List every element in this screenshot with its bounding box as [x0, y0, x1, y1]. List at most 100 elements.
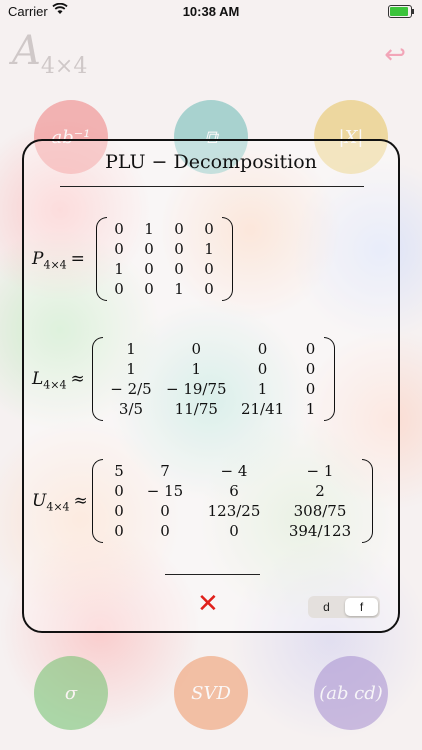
- matrix-cell: 1: [204, 240, 214, 258]
- matrix-cell: 0: [114, 240, 124, 258]
- matrix-cell: 0: [144, 280, 154, 298]
- plu-dialog: PLU − Decomposition P4×4 = 0 1 0 0 0 0 0 1 1 0 0 0 0 0 1…: [22, 139, 400, 633]
- battery-icon: [388, 5, 414, 18]
- matrix-size: 4×4: [43, 378, 67, 392]
- matrix-cell: 2: [315, 482, 325, 500]
- relation-symbol: =: [70, 249, 85, 269]
- matrix-row: 0 0 0 1: [104, 239, 224, 259]
- left-paren: [92, 337, 103, 421]
- matrix-cell: 1: [174, 280, 184, 298]
- matrix-cell: 0: [204, 220, 214, 238]
- undo-arrow-icon[interactable]: ↩: [384, 40, 406, 70]
- matrix-cell: 0: [114, 280, 124, 298]
- matrix-row: − 2/5 − 19/75 1 0: [100, 379, 327, 399]
- matrix-row: 0 1 0 0: [104, 219, 224, 239]
- matrix-cell: 0: [174, 220, 184, 238]
- right-paren: [324, 337, 335, 421]
- right-paren: [222, 217, 233, 301]
- close-x-icon[interactable]: ✕: [197, 589, 219, 619]
- matrix-size: 4×4: [46, 500, 70, 514]
- matrix-cell: 0: [204, 280, 214, 298]
- matrix-cell: − 2/5: [110, 380, 152, 398]
- matrix-cell: 1: [114, 260, 124, 278]
- matrix-cell: 0: [114, 522, 124, 540]
- matrix-add-button-label: (ab cd): [319, 682, 383, 704]
- format-option-f[interactable]: f: [345, 598, 378, 616]
- matrix-l: 1 0 0 0 1 1 0 0 − 2/5 − 19/75 1 0 3/5 11/75 21/41 1: [100, 339, 327, 419]
- matrix-row: 0 − 15 6 2: [100, 481, 364, 501]
- matrix-cell: 0: [174, 260, 184, 278]
- matrix-add-button: (ab cd): [314, 656, 388, 730]
- svd-button-label: SVD: [191, 682, 231, 704]
- matrix-cell: 0: [204, 260, 214, 278]
- matrix-cell: 0: [229, 522, 239, 540]
- matrix-p: 0 1 0 0 0 0 0 1 1 0 0 0 0 0 1 0: [104, 219, 224, 299]
- matrix-cell: 0: [305, 360, 316, 378]
- dialog-title: PLU − Decomposition: [105, 151, 317, 173]
- svd-button: SVD: [174, 656, 248, 730]
- matrix-row: 0 0 123/25 308/75: [100, 501, 364, 521]
- matrix-symbol: P: [32, 249, 44, 269]
- matrix-cell: 0: [144, 260, 154, 278]
- matrix-cell: 0: [160, 502, 170, 520]
- matrix-cell: 0: [191, 340, 202, 358]
- matrix-symbol: A: [12, 28, 41, 74]
- matrix-row: 0 0 1 0: [104, 279, 224, 299]
- matrix-label-p: P4×4 =: [32, 249, 85, 271]
- matrix-row: 0 0 0 394/123: [100, 521, 364, 541]
- matrix-row: 5 7 − 4 − 1: [100, 461, 364, 481]
- matrix-row: 1 0 0 0: [104, 259, 224, 279]
- matrix-label-u: U4×4 ≈: [32, 491, 88, 513]
- matrix-cell: 0: [114, 502, 124, 520]
- matrix-cell: − 4: [220, 462, 248, 480]
- matrix-symbol: L: [32, 369, 44, 389]
- matrix-size: 4×4: [43, 258, 67, 272]
- matrix-row: 1 1 0 0: [100, 359, 327, 379]
- matrix-cell: 11/75: [174, 400, 218, 418]
- format-option-d[interactable]: d: [310, 598, 343, 616]
- status-bar: Carrier 10:38 AM: [0, 0, 422, 22]
- matrix-cell: 0: [114, 482, 124, 500]
- matrix-cell: 1: [257, 380, 268, 398]
- relation-symbol: ≈: [73, 491, 88, 511]
- matrix-cell: 0: [114, 220, 124, 238]
- matrix-cell: 308/75: [293, 502, 347, 520]
- title-divider: [60, 186, 364, 187]
- matrix-cell: 0: [257, 360, 268, 378]
- matrix-cell: 0: [174, 240, 184, 258]
- matrix-cell: 1: [126, 340, 136, 358]
- matrix-cell: 123/25: [207, 502, 261, 520]
- matrix-cell: 1: [126, 360, 136, 378]
- matrix-cell: − 15: [146, 482, 184, 500]
- left-paren: [96, 217, 107, 301]
- matrix-cell: 0: [305, 380, 316, 398]
- matrix-cell: 0: [257, 340, 268, 358]
- matrix-cell: − 1: [306, 462, 334, 480]
- matrix-cell: 1: [191, 360, 202, 378]
- matrix-cell: 3/5: [118, 400, 144, 418]
- matrix-u: 5 7 − 4 − 1 0 − 15 6 2 0 0 123/25 308/75 0 0 0 394/123: [100, 461, 364, 541]
- matrix-cell: 0: [160, 522, 170, 540]
- matrix-cell: 1: [144, 220, 154, 238]
- clock: 10:38 AM: [182, 4, 240, 19]
- matrix-cell: 7: [160, 462, 170, 480]
- relation-symbol: ≈: [70, 369, 85, 389]
- matrix-title: A4×4: [12, 28, 87, 79]
- matrix-label-l: L4×4 ≈: [32, 369, 85, 391]
- matrix-cell: 5: [114, 462, 124, 480]
- matrix-cell: 0: [305, 340, 316, 358]
- matrix-cell: 0: [144, 240, 154, 258]
- matrix-cell: 394/123: [288, 522, 352, 540]
- matrix-size: 4×4: [40, 54, 88, 79]
- qr-button-label: σ: [64, 682, 78, 704]
- bottom-divider: [165, 574, 260, 575]
- matrix-cell: 6: [229, 482, 239, 500]
- matrix-symbol: U: [32, 491, 47, 511]
- matrix-cell: 21/41: [240, 400, 285, 418]
- matrix-row: 3/5 11/75 21/41 1: [100, 399, 327, 419]
- matrix-cell: 1: [305, 400, 316, 418]
- matrix-row: 1 0 0 0: [100, 339, 327, 359]
- left-paren: [92, 459, 103, 543]
- qr-button: σ: [34, 656, 108, 730]
- number-format-toggle[interactable]: d f: [308, 596, 380, 618]
